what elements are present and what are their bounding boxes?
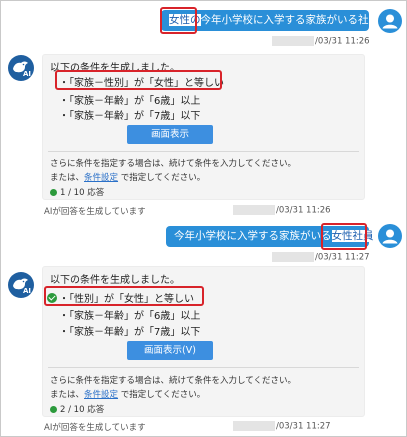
status-dot-icon	[50, 405, 57, 413]
ai-reply-2-condition-3: ・「家族－年齢」が「7歳」以下	[59, 327, 201, 338]
user-message-1-text: 今年小学校に入学する家族がいる社員	[200, 14, 380, 26]
user-icon	[382, 229, 398, 244]
ai-reply-1-note-line-2: または、条件設定 で指定してください。	[50, 173, 206, 183]
user-message-2: 今年小学校に入学する家族がいる女性社員	[166, 226, 374, 247]
ai-avatar-label: AI	[22, 70, 31, 78]
user-avatar	[378, 224, 402, 248]
user-message-1: 女性の今年小学校に入学する家族がいる社員	[161, 10, 379, 31]
ai-reply-2-generating-note: AIが回答を生成しています	[44, 423, 146, 433]
user-message-2-highlight: 女性社員	[331, 230, 374, 242]
timestamp-user-2: /03/31 11:27	[272, 252, 370, 263]
show-screen-button-2[interactable]: 画面表示(V)	[127, 341, 213, 360]
ai-reply-2-note-line-1: さらに条件を指定する場合は、続けて条件を入力してください。	[50, 376, 296, 386]
timestamp-user-1: /03/31 11:26	[272, 36, 370, 47]
ai-reply-2-note-line-2: または、条件設定 で指定してください。	[50, 390, 206, 400]
ai-reply-1-title: 以下の条件を生成しました。	[50, 63, 180, 74]
chat-window: 女性の今年小学校に入学する家族がいる社員 /03/31 11:26 AI 以下の…	[0, 0, 407, 437]
timestamp-ai-1: /03/31 11:26	[233, 205, 331, 216]
user-icon	[382, 14, 398, 29]
ai-reply-1-divider	[48, 151, 359, 152]
timestamp-ai-2: /03/31 11:27	[233, 421, 331, 432]
user-message-2-text: 今年小学校に入学する家族がいる	[174, 230, 332, 242]
user-avatar	[378, 9, 402, 33]
ai-reply-2-response-count: 2 / 10 応答	[50, 403, 104, 415]
ai-reply-2-condition-2: ・「家族－年齢」が「6歳」以上	[59, 311, 201, 322]
ai-reply-1-generating-note: AIが回答を生成しています	[44, 207, 146, 217]
check-icon	[47, 293, 57, 303]
ai-reply-1-condition-1: ・「家族－性別」が「女性」と等しい	[59, 78, 224, 89]
ai-reply-1-condition-2: ・「家族－年齢」が「6歳」以上	[59, 96, 201, 107]
status-dot-icon	[50, 188, 57, 196]
ai-reply-2-title: 以下の条件を生成しました。	[50, 275, 180, 286]
ai-avatar: AI	[8, 55, 34, 81]
ai-avatar-label: AI	[22, 287, 31, 295]
user-message-1-highlight: 女性の	[169, 14, 201, 26]
ai-reply-1-response-count: 1 / 10 応答	[50, 186, 104, 198]
show-screen-button-1[interactable]: 画面表示	[127, 125, 213, 144]
condition-settings-link-2[interactable]: 条件設定	[84, 390, 118, 400]
condition-settings-link-1[interactable]: 条件設定	[84, 173, 118, 183]
ai-reply-2-condition-1: ・「性別」が「女性」と等しい	[47, 290, 194, 305]
ai-reply-2-divider	[48, 367, 359, 368]
ai-avatar: AI	[8, 272, 34, 298]
ai-reply-1-note-line-1: さらに条件を指定する場合は、続けて条件を入力してください。	[50, 159, 296, 169]
ai-reply-1-condition-3: ・「家族－年齢」が「7歳」以下	[59, 111, 201, 122]
